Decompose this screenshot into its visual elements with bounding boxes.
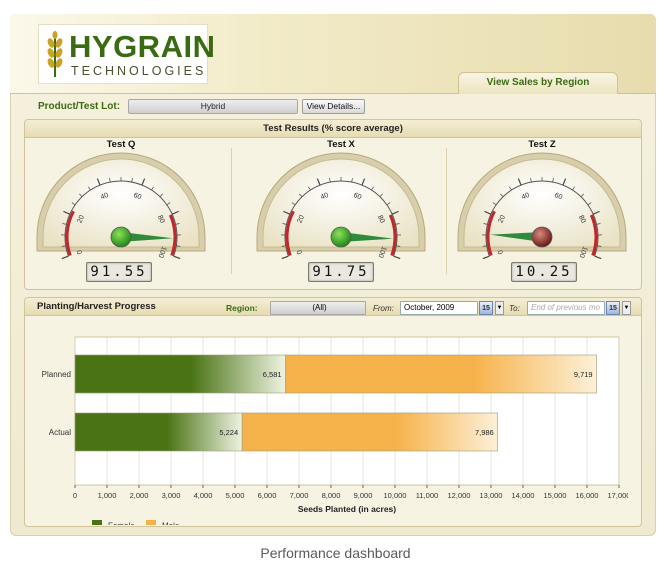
gauge-value-display: 91.55: [86, 262, 152, 282]
from-date-input[interactable]: October, 2009: [400, 301, 478, 315]
gauge-divider: [231, 148, 232, 274]
gauge-tick: [482, 255, 490, 260]
x-tick-label: 15,000: [544, 491, 567, 500]
test-results-title: Test Results (% score average): [25, 120, 641, 138]
bar-female: [74, 412, 243, 452]
x-tick-label: 9,000: [354, 491, 373, 500]
category-label: Planned: [42, 370, 71, 379]
gauge-value-display: 91.75: [308, 262, 374, 282]
gauge-tick: [281, 255, 289, 260]
gauge-test-z: Test Z 0 20 40 60 80 100 10.25: [447, 139, 637, 289]
from-label: From:: [373, 304, 394, 313]
region-select[interactable]: (All): [270, 301, 366, 315]
x-tick-label: 17,000: [608, 491, 628, 500]
legend-label: Female: [108, 522, 135, 526]
x-tick-label: 8,000: [322, 491, 341, 500]
x-tick-label: 3,000: [162, 491, 181, 500]
gauge-tick: [61, 255, 69, 260]
x-tick-label: 7,000: [290, 491, 309, 500]
progress-bar-chart: 0 1,000 2,000 3,000 4,000 5,000 6,000 7,000 8,00…: [42, 336, 628, 526]
gauge-knob: [531, 226, 553, 248]
data-label: 6,581: [263, 370, 282, 379]
view-details-button[interactable]: View Details...: [302, 99, 365, 114]
brand-name: HYGRAIN: [69, 29, 216, 64]
bar-female: [74, 354, 286, 394]
chevron-down-icon[interactable]: ▼: [495, 301, 504, 315]
x-tick-label: 6,000: [258, 491, 277, 500]
gauge-knob: [110, 226, 132, 248]
legend-label: Male: [162, 522, 180, 526]
data-label: 7,986: [475, 428, 494, 437]
x-tick-label: 1,000: [98, 491, 117, 500]
x-tick-label: 16,000: [576, 491, 599, 500]
legend-swatch: [146, 520, 156, 525]
product-lot-row: Product/Test Lot: Hybrid View Details...: [20, 98, 640, 116]
data-label: 9,719: [574, 370, 593, 379]
gauge-tick: [594, 255, 602, 260]
gauge-tick: [393, 255, 401, 260]
data-label: 5,224: [219, 428, 238, 437]
calendar-icon[interactable]: 15: [606, 301, 620, 315]
gauge-title: Test Z: [528, 139, 556, 150]
x-tick-label: 14,000: [512, 491, 535, 500]
product-lot-select[interactable]: Hybrid: [128, 99, 298, 114]
gauge-title: Test X: [327, 139, 355, 150]
calendar-icon[interactable]: 15: [479, 301, 493, 315]
x-tick-label: 2,000: [130, 491, 149, 500]
x-tick-label: 0: [73, 491, 77, 500]
x-tick-label: 10,000: [384, 491, 407, 500]
brand-logo: HYGRAIN TECHNOLOGIES: [38, 24, 215, 84]
x-axis-label: Seeds Planted (in acres): [298, 504, 396, 514]
region-label: Region:: [226, 303, 258, 313]
tab-view-sales-by-region[interactable]: View Sales by Region: [458, 72, 618, 94]
gauge-value-display: 10.25: [511, 262, 577, 282]
brand-subtitle: TECHNOLOGIES: [71, 64, 207, 78]
bar-male: [241, 412, 499, 452]
chevron-down-icon[interactable]: ▼: [622, 301, 631, 315]
gauge-dial: 02040 6080100: [36, 152, 206, 260]
to-date-input[interactable]: End of previous mo: [527, 301, 605, 315]
to-label: To:: [509, 304, 520, 313]
gauge-dial: 02040 6080100: [457, 152, 627, 260]
gauge-dial: 02040 6080100: [256, 152, 426, 260]
x-tick-label: 12,000: [448, 491, 471, 500]
page-caption: Performance dashboard: [260, 545, 411, 561]
gauge-knob: [330, 226, 352, 248]
legend-swatch: [92, 520, 102, 525]
bar-male: [285, 354, 597, 394]
product-lot-label: Product/Test Lot:: [38, 101, 121, 112]
gauge-test-x: Test X 0 20 40 60 80 100 91.75: [246, 139, 436, 289]
x-tick-label: 11,000: [416, 491, 438, 500]
x-tick-label: 5,000: [226, 491, 245, 500]
gauge-test-q: Test Q 0 20 40 60 80 100 91.55: [26, 139, 216, 289]
category-label: Actual: [49, 428, 71, 437]
gauge-tick: [173, 255, 181, 260]
x-tick-label: 13,000: [480, 491, 503, 500]
gauge-title: Test Q: [106, 139, 136, 150]
x-tick-label: 4,000: [194, 491, 213, 500]
wheat-icon: [47, 31, 63, 77]
